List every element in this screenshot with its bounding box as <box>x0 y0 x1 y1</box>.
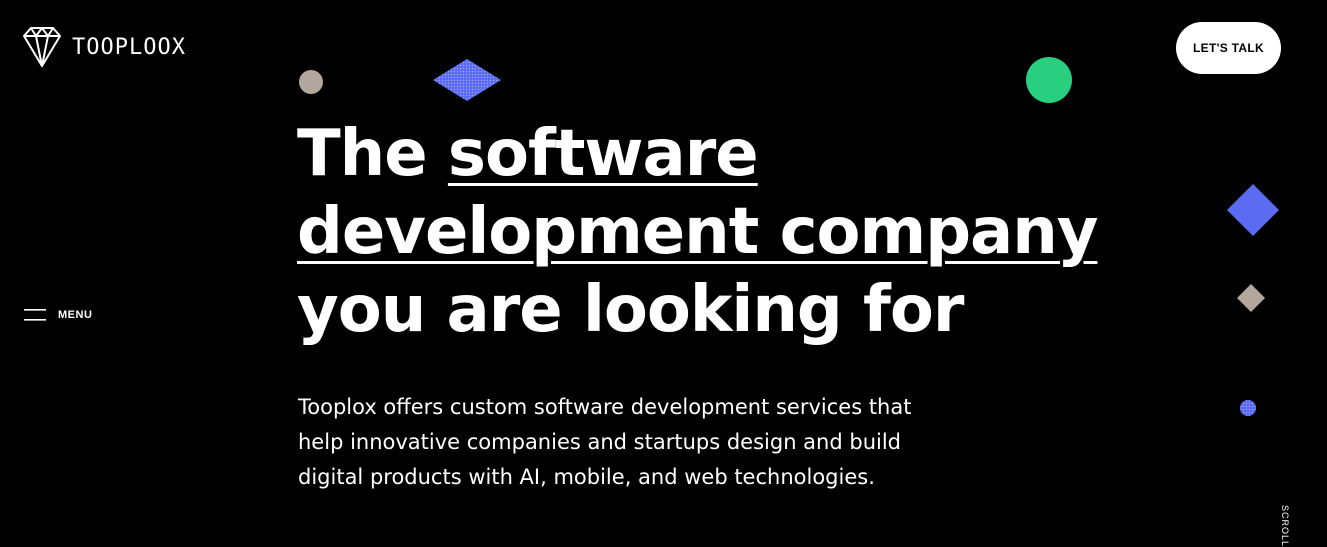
headline-the: The <box>297 117 448 191</box>
blue-dotted-circle-shape <box>1240 400 1256 416</box>
headline-looking-for: you are looking for <box>297 273 964 347</box>
menu-label: MENU <box>58 309 93 321</box>
blue-dotted-diamond-shape <box>433 59 501 101</box>
brand-name: TOOPLOOX <box>72 34 186 60</box>
diamond-logo-icon <box>23 27 61 67</box>
taupe-circle-shape <box>299 70 323 94</box>
logo[interactable]: TOOPLOOX <box>22 26 186 68</box>
hamburger-icon <box>24 309 46 321</box>
green-circle-shape <box>1026 57 1072 103</box>
taupe-diamond-shape <box>1237 284 1265 312</box>
menu-button[interactable]: MENU <box>24 308 92 322</box>
headline-development-company: development company <box>297 195 1098 269</box>
headline-software: software <box>447 117 759 191</box>
hero-headline: The software development company you are… <box>297 115 1117 349</box>
blue-diamond-shape <box>1227 184 1279 236</box>
hero-description: Tooplox offers custom software developme… <box>298 395 912 489</box>
scroll-indicator[interactable]: SCROLL <box>1280 505 1290 547</box>
lets-talk-button[interactable]: LET'S TALK <box>1176 22 1281 74</box>
